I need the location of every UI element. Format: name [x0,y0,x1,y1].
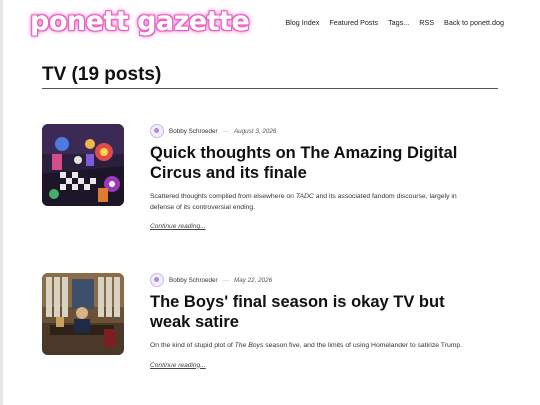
nav-tags[interactable]: Tags... [388,18,409,27]
post-title-link[interactable]: Quick thoughts on The Amazing Digital Ci… [150,143,470,183]
post-body: Bobby Schroeder — August 3, 2026 Quick t… [150,124,470,233]
author-avatar [150,273,164,287]
nav-rss[interactable]: RSS [419,18,434,27]
continue-reading-link[interactable]: Continue reading... [150,223,206,230]
author-name: Bobby Schroeder [169,127,218,135]
top-nav: Blog Index Featured Posts Tags... RSS Ba… [285,18,504,27]
page-scrollbar[interactable] [0,0,3,405]
author-name: Bobby Schroeder [169,276,218,284]
post-thumbnail-digital-circus[interactable] [42,124,124,206]
nav-featured-posts[interactable]: Featured Posts [329,18,378,27]
post-excerpt: Scattered thoughts compiled from elsewhe… [150,193,457,211]
excerpt-emphasis: TADC [295,193,314,200]
heading-divider [42,88,498,89]
site-logo[interactable]: ponett gazette [30,6,250,37]
meta-separator: — [222,276,229,284]
post-thumbnail-the-boys[interactable] [42,273,124,355]
post-meta: Bobby Schroeder — May 22, 2026 [150,273,470,287]
page-title: TV (19 posts) [42,64,162,85]
nav-blog-index[interactable]: Blog Index [285,18,319,27]
nav-back-to-ponett-dog[interactable]: Back to ponett.dog [444,18,504,27]
post-date: August 3, 2026 [233,127,277,135]
post-excerpt: On the kind of stupid plot of The Boys s… [150,342,463,349]
post-meta: Bobby Schroeder — August 3, 2026 [150,124,470,138]
excerpt-emphasis: The Boys [234,342,264,349]
post-body: Bobby Schroeder — May 22, 2026 The Boys'… [150,273,470,372]
post-title-link[interactable]: The Boys' final season is okay TV but we… [150,292,470,332]
post-date: May 22, 2026 [233,276,273,284]
meta-separator: — [222,127,229,135]
author-avatar [150,124,164,138]
continue-reading-link[interactable]: Continue reading... [150,362,206,369]
